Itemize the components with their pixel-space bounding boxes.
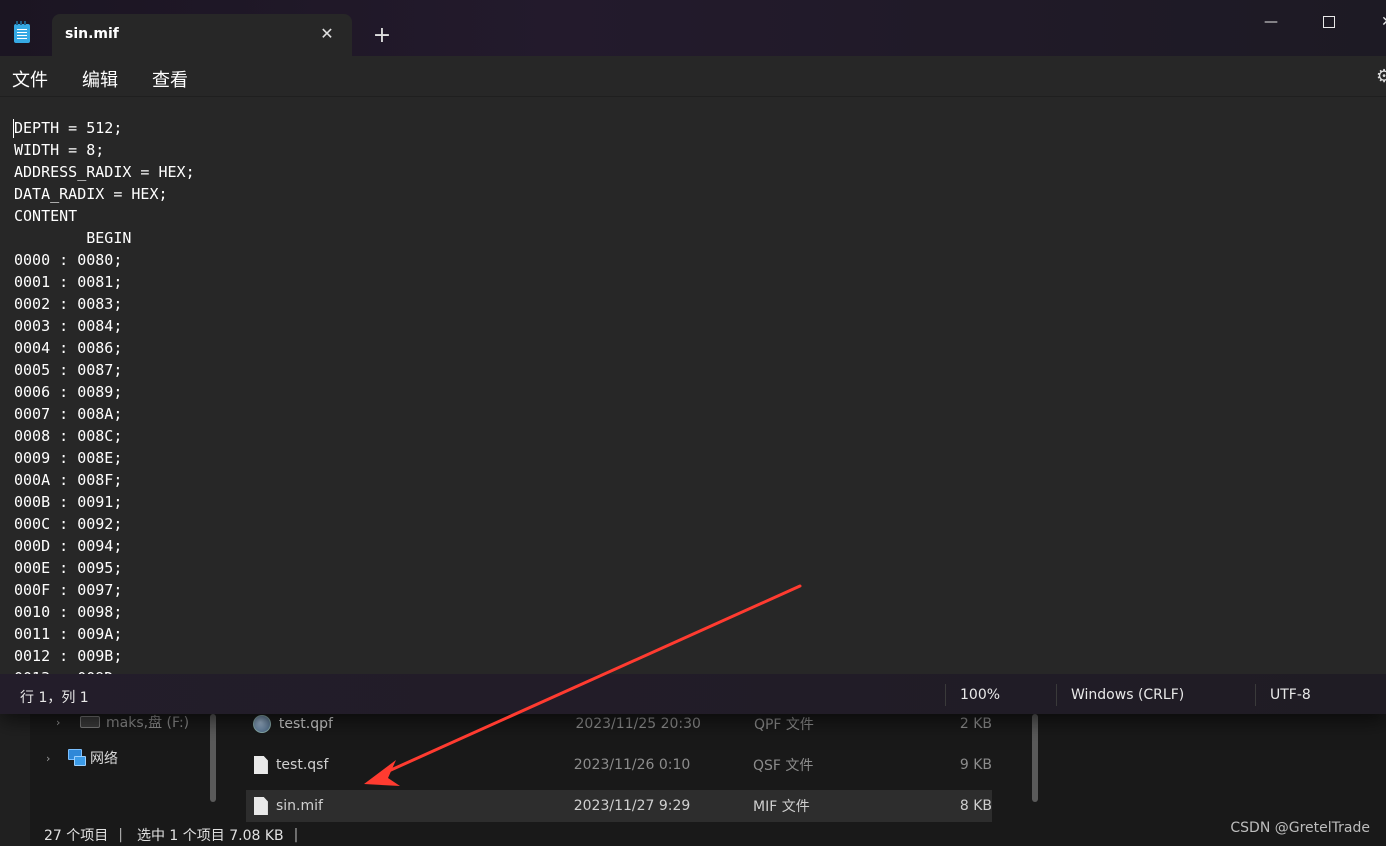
file-date: 2023/11/26 0:10 bbox=[573, 757, 691, 773]
nav-item-network-label: 网络 bbox=[90, 751, 118, 767]
file-size: 9 KB bbox=[959, 757, 992, 773]
file-row-test-qsf[interactable]: test.qsf 2023/11/26 0:10 QSF 文件 9 KB bbox=[246, 749, 992, 781]
zoom-level[interactable]: 100% bbox=[960, 687, 1000, 703]
nav-item-drive-f[interactable]: › maks,盘 (F:) bbox=[56, 712, 189, 732]
file-size: 2 KB bbox=[959, 716, 993, 732]
chevron-right-icon[interactable]: › bbox=[46, 752, 60, 765]
file-size: 8 KB bbox=[959, 798, 992, 814]
file-type: QPF 文件 bbox=[753, 717, 814, 733]
chevron-right-icon[interactable]: › bbox=[56, 716, 70, 729]
watermark: CSDN @GretelTrade bbox=[1230, 820, 1370, 836]
notepad-window: sin.mif ✕ + — ✕ 文件 编辑 查看 ⚙ DEPTH = 512; … bbox=[0, 0, 1386, 714]
minimize-button[interactable]: — bbox=[1248, 8, 1294, 36]
notepad-app-icon bbox=[14, 21, 30, 43]
line-ending[interactable]: Windows (CRLF) bbox=[1071, 687, 1184, 703]
status-separator: | bbox=[293, 827, 299, 843]
file-list-scrollbar[interactable] bbox=[1032, 714, 1038, 802]
title-bar[interactable]: sin.mif ✕ + — ✕ bbox=[0, 0, 1386, 56]
window-close-button[interactable]: ✕ bbox=[1364, 8, 1386, 36]
file-name: test.qsf bbox=[275, 757, 329, 773]
nav-scrollbar[interactable] bbox=[210, 714, 216, 802]
desktop: › maks,盘 (F:) › 网络 test.qpf 2023/11/25 2… bbox=[0, 0, 1386, 846]
menu-bar: 文件 编辑 查看 ⚙ bbox=[0, 56, 1386, 96]
file-date: 2023/11/25 20:30 bbox=[575, 716, 701, 732]
editor-content[interactable]: DEPTH = 512; WIDTH = 8; ADDRESS_RADIX = … bbox=[14, 117, 195, 675]
file-name: test.qpf bbox=[278, 716, 333, 732]
menu-file[interactable]: 文件 bbox=[12, 66, 48, 92]
text-caret bbox=[13, 119, 14, 138]
network-icon bbox=[66, 749, 86, 767]
explorer-edge bbox=[0, 714, 30, 846]
status-divider bbox=[1056, 684, 1057, 706]
nav-item-drive-label: maks,盘 (F:) bbox=[106, 715, 190, 731]
status-separator: | bbox=[118, 827, 123, 843]
document-icon bbox=[254, 797, 268, 815]
file-list: test.qpf 2023/11/25 20:30 QPF 文件 2 KB te… bbox=[222, 714, 1042, 824]
file-type: MIF 文件 bbox=[752, 799, 810, 815]
text-editor[interactable]: DEPTH = 512; WIDTH = 8; ADDRESS_RADIX = … bbox=[0, 96, 1386, 675]
menu-view[interactable]: 查看 bbox=[152, 66, 188, 92]
close-icon[interactable]: ✕ bbox=[315, 22, 339, 46]
details-pane bbox=[1044, 714, 1386, 824]
navigation-pane: › maks,盘 (F:) › 网络 bbox=[30, 714, 220, 824]
file-row-sin-mif[interactable]: sin.mif 2023/11/27 9:29 MIF 文件 8 KB bbox=[246, 790, 992, 822]
maximize-icon bbox=[1323, 16, 1335, 28]
gear-icon[interactable]: ⚙ bbox=[1376, 66, 1386, 87]
selection-info: 选中 1 个项目 7.08 KB bbox=[136, 828, 284, 844]
plus-icon[interactable]: + bbox=[368, 22, 396, 50]
document-icon bbox=[254, 756, 268, 774]
status-divider bbox=[1255, 684, 1256, 706]
status-divider bbox=[945, 684, 946, 706]
tab-title: sin.mif bbox=[65, 26, 119, 42]
explorer-status-bar: 27 个项目 | 选中 1 个项目 7.08 KB | bbox=[30, 824, 1386, 846]
file-type: QSF 文件 bbox=[752, 758, 814, 774]
tab-sin-mif[interactable]: sin.mif ✕ bbox=[52, 14, 352, 56]
nav-item-network[interactable]: › 网络 bbox=[46, 748, 118, 768]
encoding[interactable]: UTF-8 bbox=[1270, 687, 1311, 703]
menu-edit[interactable]: 编辑 bbox=[82, 66, 118, 92]
cursor-position: 行 1，列 1 bbox=[20, 690, 89, 706]
qpf-file-icon bbox=[253, 715, 271, 733]
drive-icon bbox=[80, 716, 100, 728]
item-count: 27 个项目 bbox=[44, 828, 109, 844]
maximize-button[interactable] bbox=[1306, 8, 1352, 36]
file-date: 2023/11/27 9:29 bbox=[573, 798, 691, 814]
file-name: sin.mif bbox=[275, 798, 323, 814]
status-bar: 行 1，列 1 100% Windows (CRLF) UTF-8 bbox=[0, 674, 1386, 714]
